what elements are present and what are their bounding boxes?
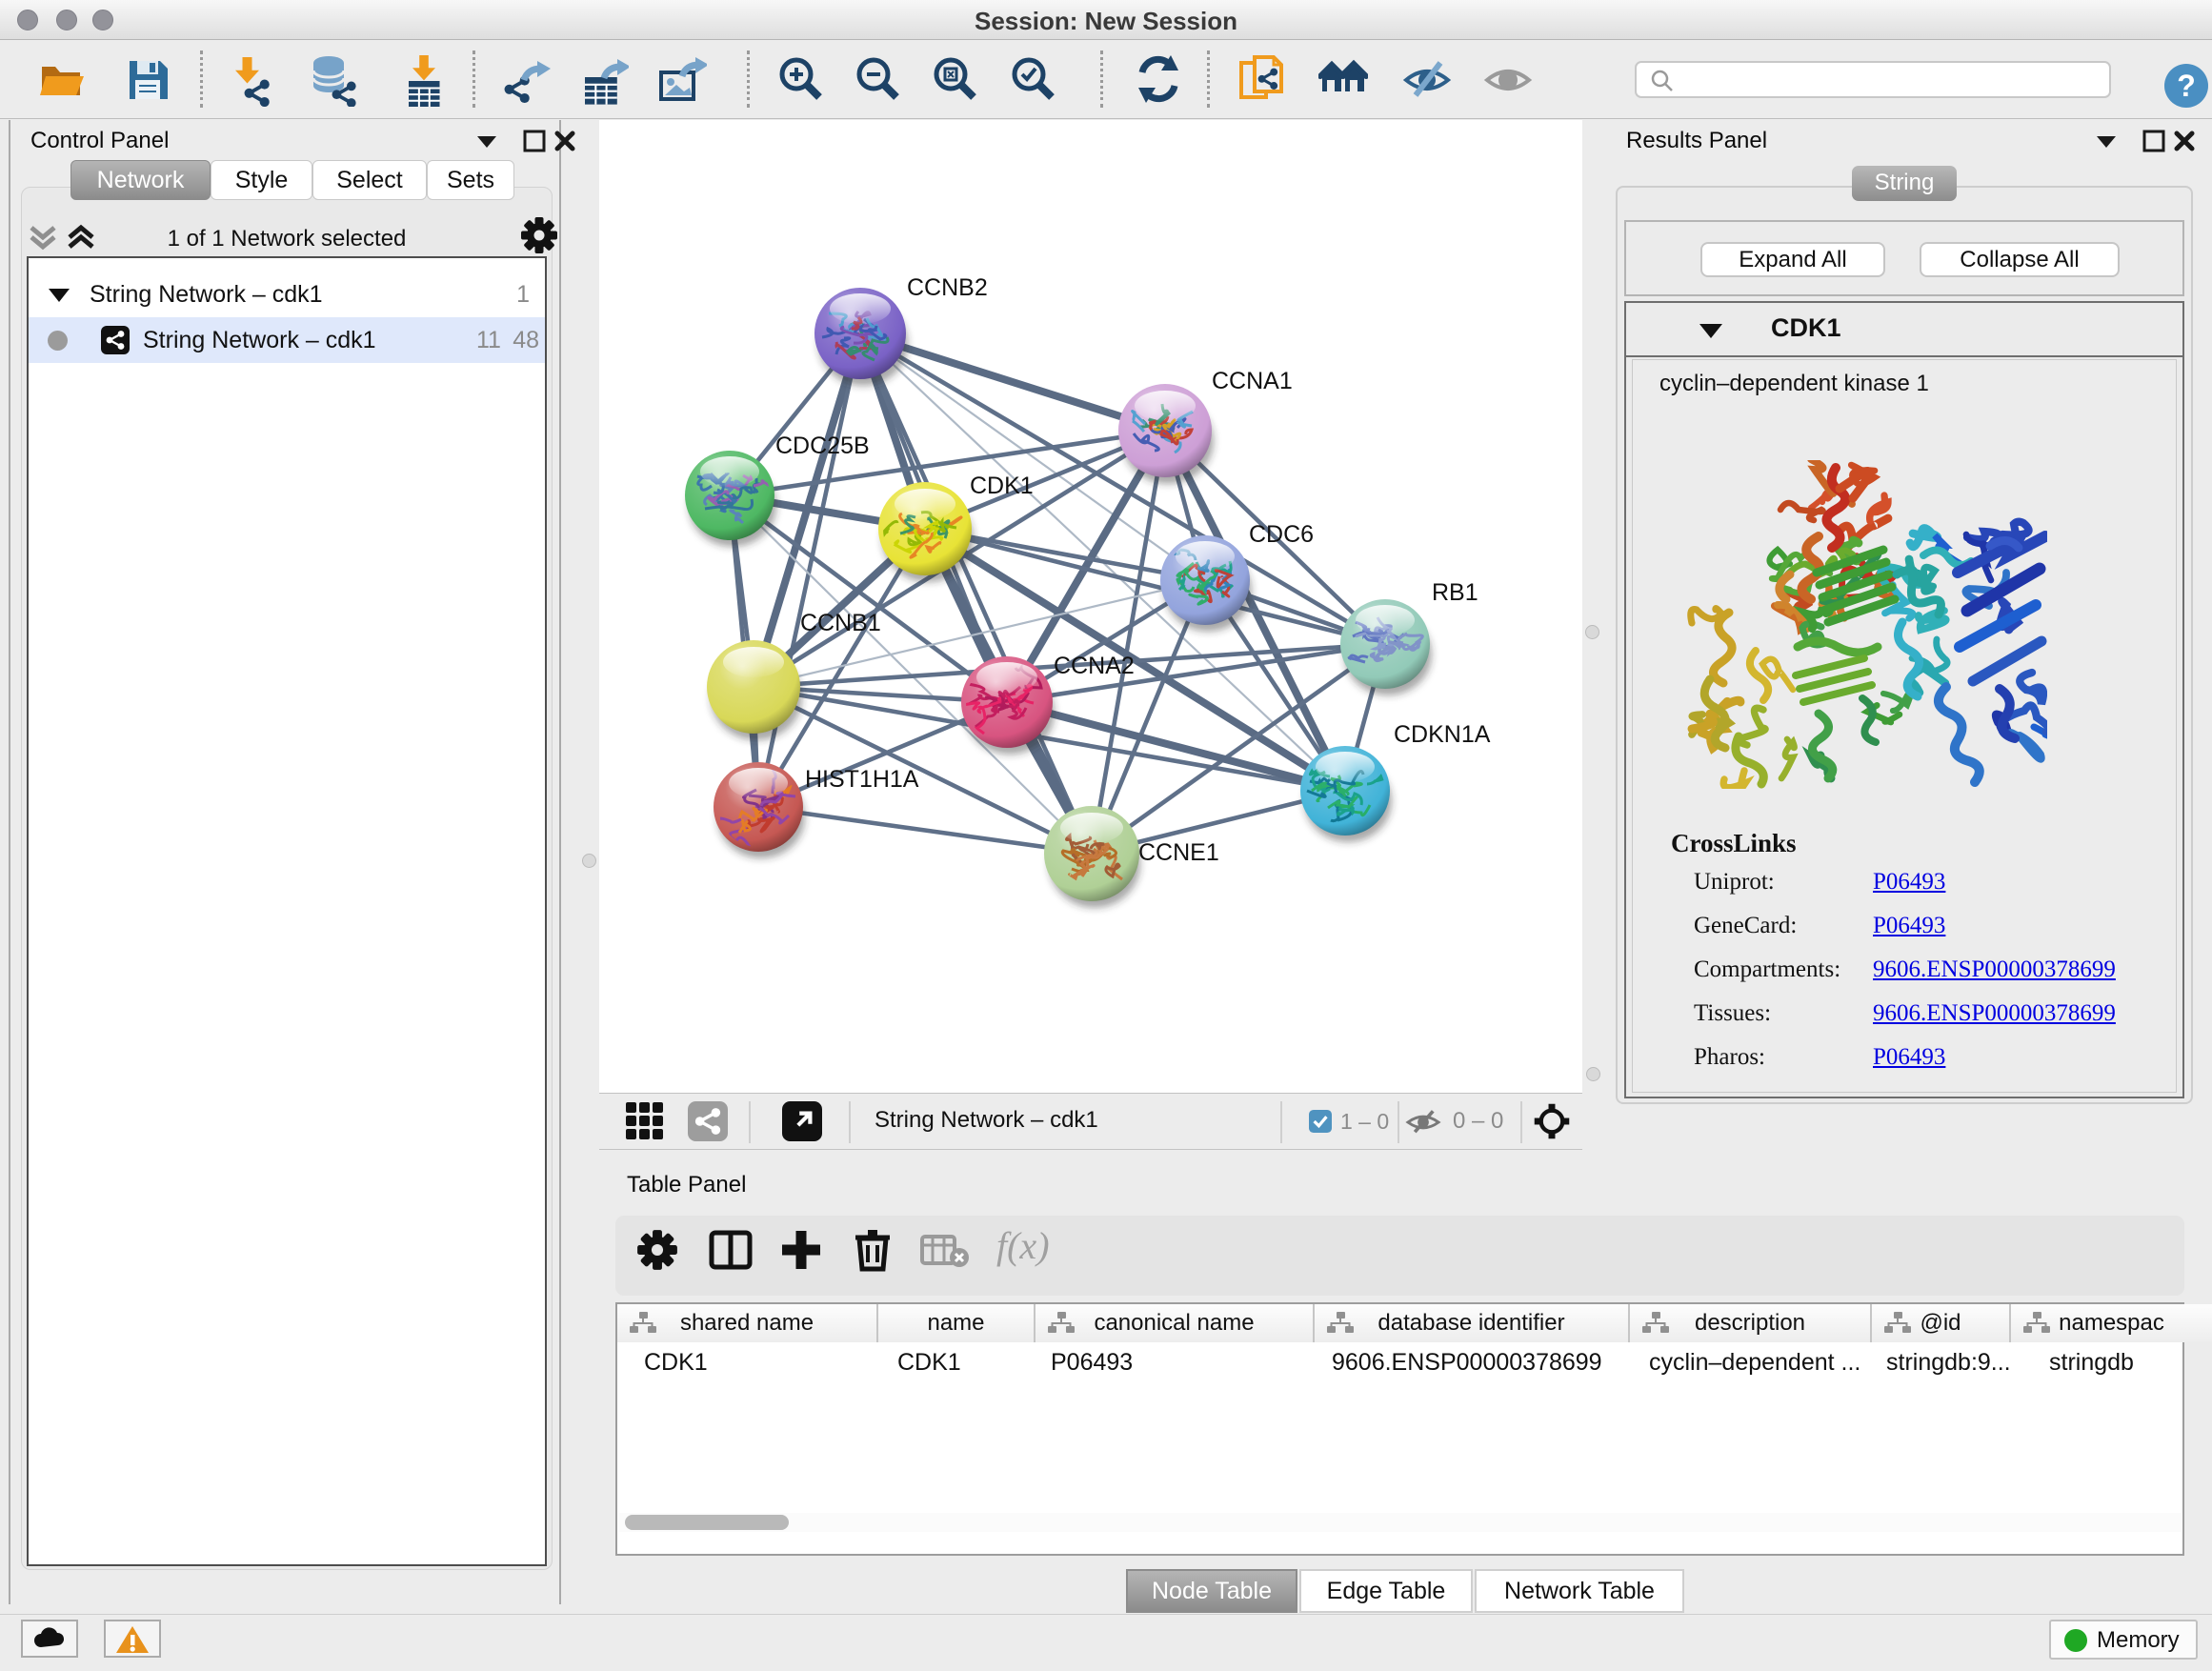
svg-text:CCNA1: CCNA1: [1212, 368, 1293, 394]
svg-text:RB1: RB1: [1432, 579, 1478, 606]
svg-text:CCNB1: CCNB1: [800, 610, 881, 636]
svg-text:CDK1: CDK1: [970, 473, 1034, 499]
svg-text:CCNA2: CCNA2: [1054, 653, 1135, 679]
svg-text:CCNB2: CCNB2: [907, 274, 988, 301]
svg-text:CDC6: CDC6: [1249, 521, 1314, 548]
svg-text:CDKN1A: CDKN1A: [1394, 721, 1491, 748]
svg-text:CCNE1: CCNE1: [1138, 839, 1219, 866]
svg-text:?: ?: [2177, 69, 2196, 103]
svg-text:CDC25B: CDC25B: [775, 433, 870, 459]
svg-text:HIST1H1A: HIST1H1A: [805, 766, 919, 793]
